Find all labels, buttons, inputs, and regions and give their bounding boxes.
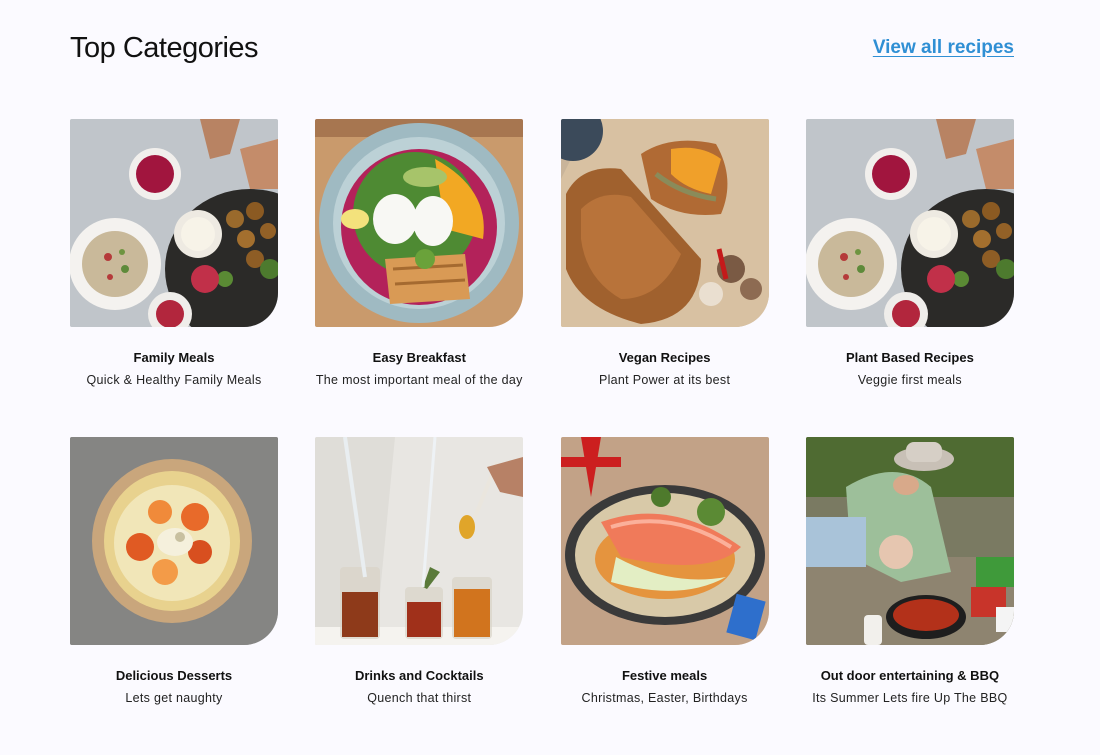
category-subtitle: Plant Power at its best — [598, 373, 731, 387]
category-card-vegan-recipes[interactable]: Vegan Recipes Plant Power at its best — [560, 119, 769, 437]
category-card-easy-breakfast[interactable]: Easy Breakfast The most important meal o… — [315, 119, 524, 437]
category-subtitle: Quick & Healthy Family Meals — [86, 373, 262, 387]
mezze-platter-photo[interactable] — [805, 119, 1014, 327]
view-all-recipes-link[interactable]: View all recipes — [873, 37, 1014, 59]
fruit-tart-photo[interactable] — [70, 437, 278, 645]
category-card-outdoor-bbq[interactable]: Out door entertaining & BBQ Its Summer L… — [805, 437, 1014, 755]
category-subtitle: Christmas, Easter, Birthdays — [581, 691, 748, 705]
category-subtitle: The most important meal of the day — [315, 373, 523, 387]
category-subtitle: Veggie first meals — [857, 373, 962, 387]
category-grid: Family Meals Quick & Healthy Family Meal… — [70, 119, 1014, 755]
category-card-plant-based-recipes[interactable]: Plant Based Recipes Veggie first meals — [805, 119, 1014, 437]
outdoor-cooking-photo[interactable] — [805, 437, 1014, 645]
category-title: Easy Breakfast — [372, 350, 466, 365]
vegan-wellington-photo[interactable] — [560, 119, 769, 327]
category-title: Out door entertaining & BBQ — [820, 668, 1000, 683]
section-title: Top Categories — [70, 31, 259, 64]
category-card-delicious-desserts[interactable]: Delicious Desserts Lets get naughty — [70, 437, 278, 755]
category-card-drinks-and-cocktails[interactable]: Drinks and Cocktails Quench that thirst — [315, 437, 524, 755]
category-title: Delicious Desserts — [115, 668, 233, 683]
category-title: Festive meals — [621, 668, 708, 683]
salmon-plate-photo[interactable] — [560, 437, 769, 645]
category-title: Plant Based Recipes — [845, 350, 974, 365]
category-card-family-meals[interactable]: Family Meals Quick & Healthy Family Meal… — [70, 119, 278, 437]
category-subtitle: Quench that thirst — [367, 691, 472, 705]
cocktails-photo[interactable] — [315, 437, 524, 645]
category-card-festive-meals[interactable]: Festive meals Christmas, Easter, Birthda… — [560, 437, 769, 755]
category-title: Family Meals — [133, 350, 215, 365]
section-header: Top Categories View all recipes — [70, 28, 1014, 68]
category-subtitle: Its Summer Lets fire Up The BBQ — [812, 691, 1008, 705]
mezze-platter-photo[interactable] — [70, 119, 278, 327]
category-title: Drinks and Cocktails — [354, 668, 484, 683]
category-subtitle: Lets get naughty — [125, 691, 223, 705]
category-title: Vegan Recipes — [618, 350, 711, 365]
breakfast-bowl-photo[interactable] — [315, 119, 524, 327]
